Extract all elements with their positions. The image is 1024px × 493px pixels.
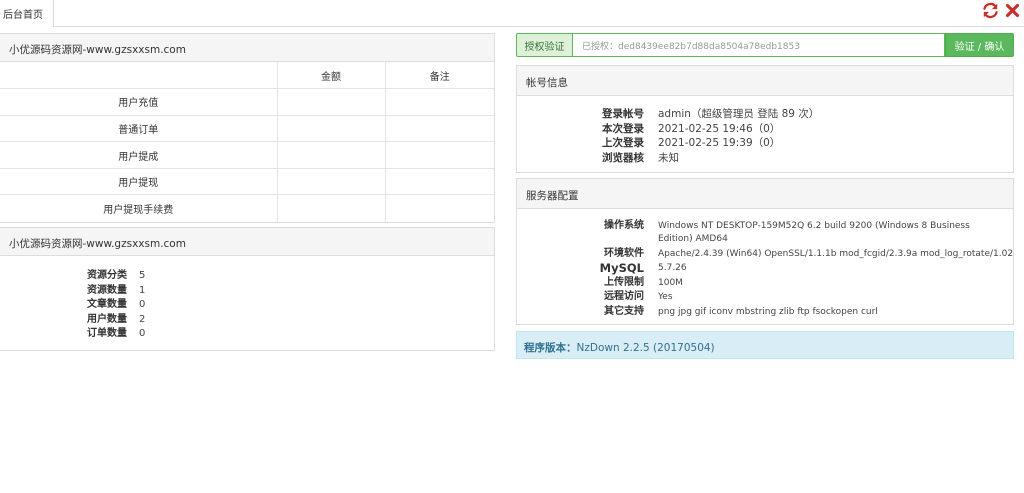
row-label: 用户提成	[0, 141, 278, 169]
row-amount	[277, 115, 386, 143]
table-row: 用户提现手续费	[0, 194, 494, 222]
account-panel: 帐号信息 登录帐号 admin（超级管理员 登陆 89 次） 本次登录 2021…	[516, 65, 1014, 173]
row-amount	[277, 194, 386, 222]
server-value: Yes	[658, 292, 673, 302]
table-row: 普通订单	[0, 115, 494, 143]
row-amount	[277, 141, 386, 169]
stat-row: 用户数量 2	[0, 313, 494, 328]
account-label: 上次登录	[602, 137, 644, 150]
stat-label: 资源数量	[87, 284, 127, 296]
account-label: 浏览器核	[602, 151, 644, 164]
table-row: 用户提成	[0, 141, 494, 169]
stat-row: 订单数量 0	[0, 327, 494, 342]
stats-panel: 小优源码资源网-www.gzsxxsm.com 资源分类 5 资源数量 1 文章…	[0, 227, 495, 351]
stat-label: 订单数量	[87, 328, 127, 340]
stat-row: 资源数量 1	[0, 284, 494, 299]
server-label: 其它支持	[604, 305, 644, 317]
stat-value: 1	[139, 284, 146, 296]
server-row: 远程访问 Yes	[517, 290, 1013, 305]
server-row: 操作系统 Windows NT DESKTOP-159M52Q 6.2 buil…	[517, 220, 1013, 245]
server-row: 环境软件 Apache/2.4.39 (Win64) OpenSSL/1.1.1…	[517, 247, 1013, 261]
account-value: 2021-02-25 19:39（0）	[658, 137, 781, 150]
tab-bar-actions	[982, 0, 1020, 20]
account-row: 上次登录 2021-02-25 19:39（0）	[517, 136, 1013, 151]
server-list: 操作系统 Windows NT DESKTOP-159M52Q 6.2 buil…	[517, 209, 1013, 319]
server-value: png jpg gif iconv mbstring zlib ftp fsoc…	[658, 306, 878, 317]
row-amount	[277, 168, 386, 196]
table-row: 用户提现	[0, 168, 494, 196]
stat-label: 资源分类	[87, 270, 127, 281]
auth-input-group: 授权验证 已授权：ded8439ee82b7d88da8504a78edb185…	[516, 33, 1014, 57]
row-label: 普通订单	[0, 115, 278, 143]
version-value: NzDown 2.2.5 (20170504)	[576, 342, 715, 354]
finance-table: 金额 备注 用户充值 普通订单 用户提成 用户提现 用户提现手续费	[0, 62, 494, 222]
row-note	[385, 115, 494, 143]
server-label: MySQL	[599, 261, 644, 275]
version-info-bar: 程序版本：NzDown 2.2.5 (20170504)	[516, 331, 1014, 359]
stats-panel-title: 小优源码资源网-www.gzsxxsm.com	[0, 228, 494, 256]
tab-home-label: 后台首页	[3, 10, 43, 21]
stat-row: 资源分类 5	[0, 269, 494, 284]
account-value: admin（超级管理员 登陆 89 次）	[658, 108, 820, 120]
server-row: 其它支持 png jpg gif iconv mbstring zlib ftp…	[517, 305, 1013, 320]
server-label: 操作系统	[604, 220, 644, 231]
finance-panel-title: 小优源码资源网-www.gzsxxsm.com	[0, 34, 494, 62]
account-panel-title: 帐号信息	[517, 66, 1013, 96]
column-header-amount: 金额	[277, 62, 386, 90]
account-value: 未知	[658, 151, 679, 164]
stat-value: 0	[139, 299, 146, 311]
stats-list: 资源分类 5 资源数量 1 文章数量 0 用户数量 2 订单数量 0	[0, 256, 494, 342]
column-header-item	[0, 62, 278, 90]
account-row: 本次登录 2021-02-25 19:46（0）	[517, 122, 1013, 137]
row-label: 用户充值	[0, 88, 278, 116]
row-label: 用户提现	[0, 168, 278, 196]
row-note	[385, 195, 494, 222]
tab-bar: 后台首页	[0, 0, 1024, 27]
stat-value: 0	[139, 328, 146, 340]
version-label: 程序版本：	[524, 342, 577, 354]
account-list: 登录帐号 admin（超级管理员 登陆 89 次） 本次登录 2021-02-2…	[517, 96, 1013, 165]
account-row: 浏览器核 未知	[517, 151, 1013, 166]
server-value: Windows NT DESKTOP-159M52Q 6.2 build 920…	[658, 221, 970, 244]
auth-code-field[interactable]: 已授权：ded8439ee82b7d88da8504a78edb1853	[573, 33, 945, 57]
table-row: 用户充值	[0, 88, 494, 116]
server-row: MySQL 5.7.26	[517, 261, 1013, 276]
row-note	[385, 168, 494, 196]
account-value: 2021-02-25 19:46（0）	[658, 122, 781, 135]
server-value: 100M	[658, 277, 683, 288]
server-value: Apache/2.4.39 (Win64) OpenSSL/1.1.1b mod…	[658, 249, 1014, 259]
server-label: 环境软件	[604, 248, 644, 259]
auth-label: 授权验证	[516, 33, 573, 57]
row-label: 用户提现手续费	[0, 194, 278, 222]
row-note	[385, 88, 494, 116]
account-label: 登录帐号	[602, 108, 644, 120]
server-label: 上传限制	[604, 276, 644, 288]
table-header-row: 金额 备注	[0, 62, 494, 90]
stat-value: 2	[139, 313, 146, 325]
account-label: 本次登录	[602, 122, 644, 135]
column-header-note: 备注	[385, 62, 494, 90]
server-value: 5.7.26	[658, 263, 687, 273]
stat-label: 用户数量	[87, 313, 127, 325]
stat-row: 文章数量 0	[0, 298, 494, 313]
stat-label: 文章数量	[87, 299, 127, 311]
refresh-icon[interactable]	[982, 2, 999, 19]
server-label: 远程访问	[604, 291, 644, 302]
row-amount	[277, 88, 386, 116]
stat-value: 5	[139, 270, 146, 281]
server-panel-title: 服务器配置	[517, 179, 1013, 209]
server-row: 上传限制 100M	[517, 276, 1013, 291]
close-icon[interactable]	[1005, 3, 1020, 18]
tab-home[interactable]: 后台首页	[0, 0, 54, 27]
account-row: 登录帐号 admin（超级管理员 登陆 89 次）	[517, 107, 1013, 122]
server-panel: 服务器配置 操作系统 Windows NT DESKTOP-159M52Q 6.…	[516, 178, 1014, 325]
verify-confirm-button[interactable]: 验证 / 确认	[945, 33, 1014, 57]
row-note	[385, 141, 494, 169]
finance-panel: 小优源码资源网-www.gzsxxsm.com 金额 备注 用户充值 普通订单 …	[0, 33, 495, 223]
